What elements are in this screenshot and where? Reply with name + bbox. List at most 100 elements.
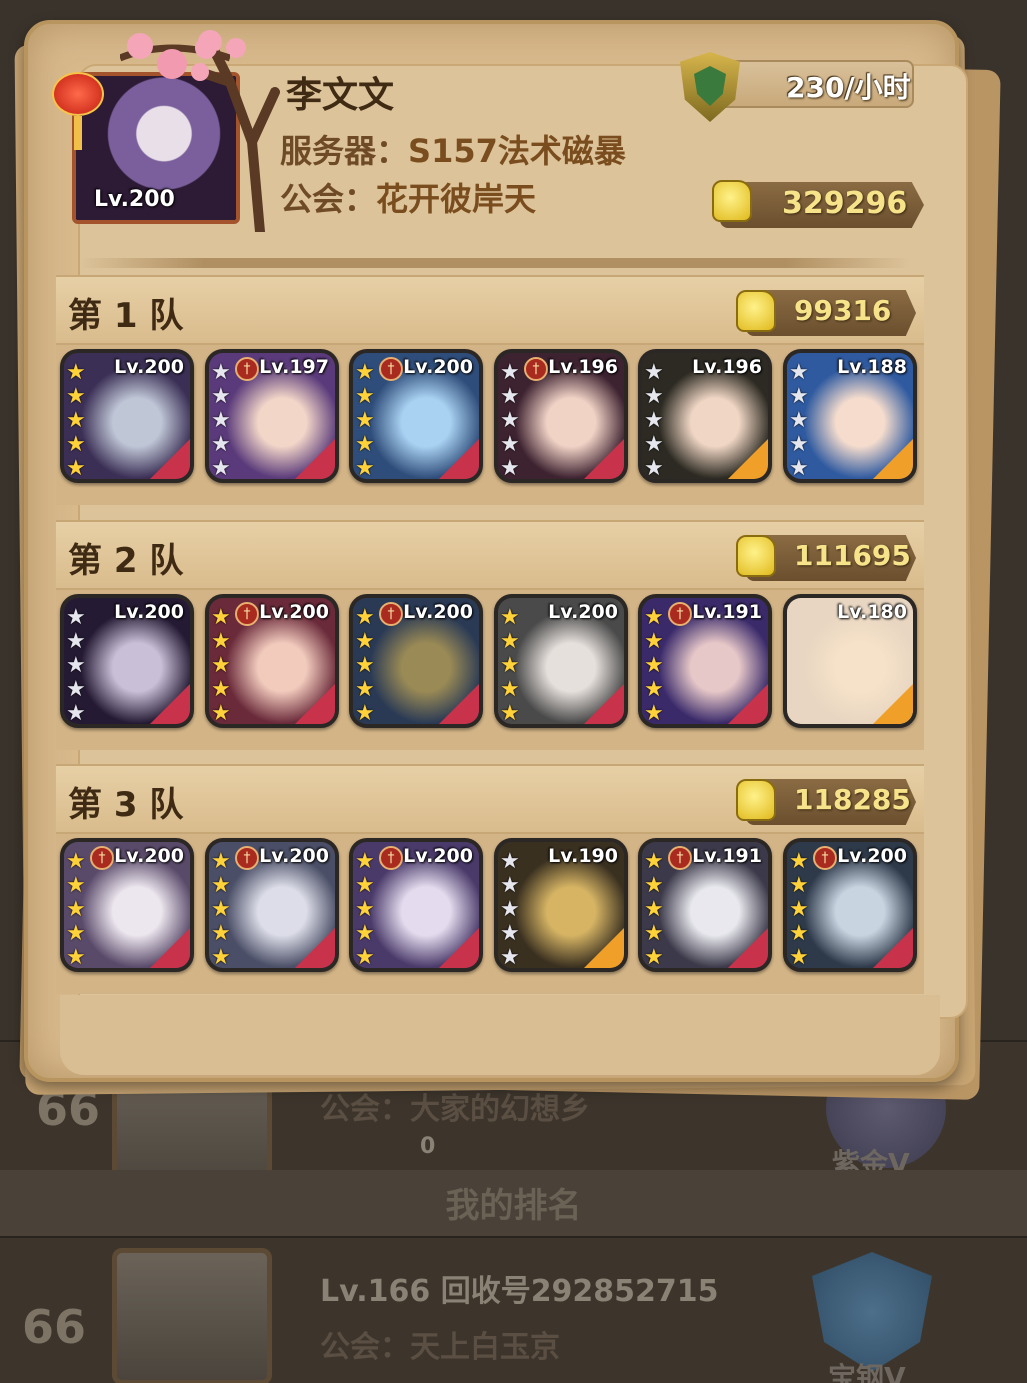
- hero-card[interactable]: ★ ★ ★ ★ ★ † Lv.200: [349, 838, 483, 972]
- star-icon: ★: [355, 629, 375, 654]
- fist-icon: [736, 535, 776, 577]
- hero-card[interactable]: ★ ★ ★ ★ ★ † Lv.200: [205, 594, 339, 728]
- server-value: S157法术磁暴: [408, 132, 626, 170]
- my-ranking-row[interactable]: 66 Lv.166 回收号292852715 公会：天上白玉京 宝钢V: [0, 1236, 1027, 1383]
- hero-class-badge-icon: †: [379, 846, 403, 870]
- hero-card[interactable]: ★ ★ ★ ★ ★ Lv.190: [494, 838, 628, 972]
- star-icon: ★: [500, 605, 520, 630]
- star-icon: ★: [789, 897, 809, 922]
- star-icon: ★: [211, 629, 231, 654]
- star-icon: ★: [500, 945, 520, 970]
- total-power-value: 329296: [782, 186, 908, 221]
- star-icon: ★: [211, 432, 231, 457]
- star-icon: ★: [355, 384, 375, 409]
- player-name: 李文文: [286, 75, 395, 116]
- star-icon: ★: [500, 921, 520, 946]
- star-icon: ★: [355, 432, 375, 457]
- star-icon: ★: [66, 873, 86, 898]
- star-icon: ★: [211, 384, 231, 409]
- team-2-power: 111695: [794, 539, 911, 572]
- hero-card[interactable]: ★ ★ ★ ★ ★ † Lv.200: [60, 838, 194, 972]
- hero-stars: ★ ★ ★ ★ ★: [500, 360, 526, 481]
- star-icon: ★: [644, 384, 664, 409]
- star-icon: ★: [500, 873, 520, 898]
- hero-class-badge-icon: †: [235, 602, 259, 626]
- guild-label: 公会：: [280, 180, 377, 218]
- star-icon: ★: [66, 701, 86, 726]
- star-icon: ★: [211, 849, 231, 874]
- hero-stars: ★ ★ ★ ★ ★: [211, 849, 237, 969]
- star-icon: ★: [789, 873, 809, 898]
- star-icon: ★: [644, 653, 664, 678]
- star-icon: ★: [789, 945, 809, 970]
- star-icon: ★: [66, 605, 86, 630]
- hero-level: Lv.200: [114, 601, 184, 623]
- hero-class-badge-icon: †: [235, 846, 259, 870]
- hero-card[interactable]: ★ ★ ★ ★ ★ † Lv.200: [349, 594, 483, 728]
- hero-level: Lv.196: [548, 356, 618, 378]
- hero-card[interactable]: ★ ★ ★ ★ ★ † Lv.200: [205, 838, 339, 972]
- hero-class-badge-icon: †: [235, 357, 259, 381]
- hero-stars: ★ ★ ★ ★ ★: [644, 361, 670, 480]
- hero-level: Lv.200: [403, 845, 473, 867]
- star-icon: ★: [644, 629, 664, 654]
- tier-badge-icon: [812, 1252, 932, 1372]
- hero-card[interactable]: Lv.180: [783, 594, 917, 728]
- star-icon: ★: [789, 408, 809, 433]
- hero-stars: ★ ★ ★ ★ ★: [355, 360, 381, 480]
- hero-level: Lv.200: [259, 601, 329, 623]
- hero-card[interactable]: ★ ★ ★ ★ ★ † Lv.191: [638, 594, 772, 728]
- star-icon: ★: [355, 921, 375, 946]
- star-icon: ★: [66, 677, 86, 702]
- hero-card[interactable]: ★ ★ ★ ★ ★ † Lv.196: [494, 349, 628, 483]
- hero-card[interactable]: ★ ★ ★ ★ ★ Lv.200: [60, 349, 194, 483]
- star-icon: ★: [500, 849, 520, 874]
- lantern-tassel: [74, 116, 82, 150]
- hero-card[interactable]: ★ ★ ★ ★ ★ † Lv.200: [783, 838, 917, 972]
- star-icon: ★: [211, 677, 231, 702]
- star-icon: ★: [789, 921, 809, 946]
- star-icon: ★: [500, 456, 520, 481]
- hero-level: Lv.191: [692, 601, 762, 623]
- hero-stars: ★ ★ ★ ★ ★: [66, 361, 92, 480]
- star-icon: ★: [211, 605, 231, 630]
- star-icon: ★: [500, 408, 520, 433]
- hero-stars: ★ ★ ★ ★ ★: [66, 605, 92, 726]
- star-icon: ★: [789, 384, 809, 409]
- star-icon: ★: [355, 605, 375, 630]
- hero-card[interactable]: ★ ★ ★ ★ ★ † Lv.197: [205, 349, 339, 483]
- hero-card[interactable]: ★ ★ ★ ★ ★ Lv.200: [494, 594, 628, 728]
- star-icon: ★: [211, 360, 231, 385]
- hero-level: Lv.200: [837, 845, 907, 867]
- star-icon: ★: [789, 456, 809, 481]
- star-icon: ★: [789, 360, 809, 385]
- hero-card[interactable]: ★ ★ ★ ★ ★ † Lv.191: [638, 838, 772, 972]
- fist-icon: [736, 290, 776, 332]
- hero-stars: ★ ★ ★ ★ ★: [500, 849, 526, 970]
- star-icon: ★: [355, 360, 375, 385]
- star-icon: ★: [644, 897, 664, 922]
- server-label: 服务器：: [280, 132, 409, 170]
- hero-card[interactable]: ★ ★ ★ ★ ★ Lv.188: [783, 349, 917, 483]
- star-icon: ★: [500, 897, 520, 922]
- hero-card[interactable]: ★ ★ ★ ★ ★ Lv.196: [638, 349, 772, 483]
- star-icon: ★: [66, 432, 86, 457]
- hero-level: Lv.180: [837, 601, 907, 623]
- hero-stars: ★ ★ ★ ★ ★: [355, 849, 381, 969]
- star-icon: ★: [500, 360, 520, 385]
- hero-level: Lv.191: [692, 845, 762, 867]
- hero-level: Lv.190: [548, 845, 618, 867]
- star-icon: ★: [500, 653, 520, 678]
- lantern-icon: [52, 72, 104, 116]
- star-icon: ★: [644, 677, 664, 702]
- star-icon: ★: [66, 921, 86, 946]
- star-icon: ★: [355, 653, 375, 678]
- star-icon: ★: [500, 677, 520, 702]
- star-icon: ★: [644, 605, 664, 630]
- hero-card[interactable]: ★ ★ ★ ★ ★ Lv.200: [60, 594, 194, 728]
- star-icon: ★: [644, 873, 664, 898]
- hero-stars: ★ ★ ★ ★ ★: [789, 850, 815, 970]
- star-icon: ★: [355, 849, 375, 874]
- star-icon: ★: [644, 432, 664, 457]
- hero-card[interactable]: ★ ★ ★ ★ ★ † Lv.200: [349, 349, 483, 483]
